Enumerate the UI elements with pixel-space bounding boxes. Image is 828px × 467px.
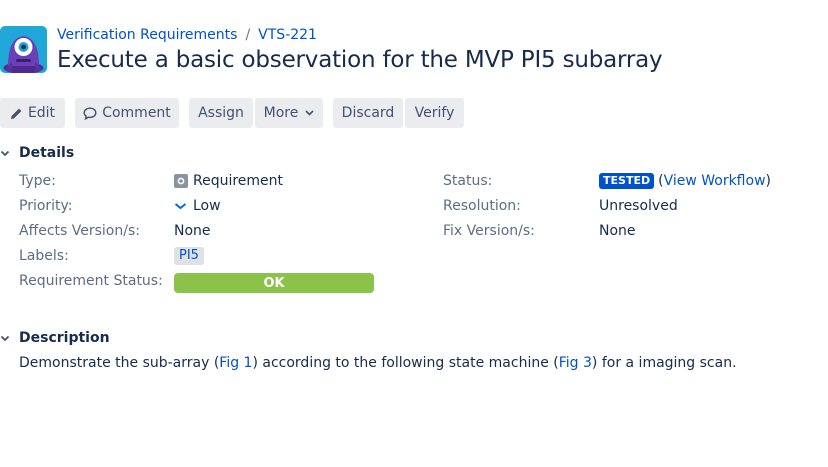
type-label: Type: [19,173,56,189]
edit-button-label: Edit [27,105,56,121]
type-value-text: Requirement [193,173,284,189]
chevron-down-icon [0,335,19,342]
verify-button-label: Verify [414,105,455,121]
description-heading: Description [19,330,110,346]
breadcrumb-separator: / [245,27,251,43]
status-badge: TESTED [599,173,655,189]
description-text-part-1: Demonstrate the sub-array ( [19,355,220,371]
affects-version-label: Affects Version/s: [19,223,140,239]
labels-value: PI5 [174,247,204,265]
description-text-part-2: ) according to the following state machi… [252,355,559,371]
comment-button-label: Comment [102,105,171,121]
comment-icon [83,106,97,120]
priority-label: Priority: [19,198,73,214]
details-heading: Details [19,145,75,161]
status-value: TESTED ( View Workflow ) [599,173,771,189]
type-value: Requirement [174,173,283,189]
fix-version-label: Fix Version/s: [443,223,535,239]
description-section-toggle[interactable]: Description [0,330,110,346]
pencil-icon [10,107,23,120]
verify-button[interactable]: Verify [405,98,464,128]
issue-view: Verification Requirements / VTS-221 Execut… [0,0,828,467]
view-workflow-link[interactable]: View Workflow [664,173,766,189]
assign-button[interactable]: Assign [189,98,253,128]
more-button[interactable]: More [255,98,323,128]
assign-button-label: Assign [198,105,244,121]
resolution-value: Unresolved [599,198,678,214]
close-paren: ) [765,173,771,189]
resolution-label: Resolution: [443,198,521,214]
requirement-icon [174,174,188,188]
chevron-down-icon [305,110,314,116]
priority-value-text: Low [193,198,221,214]
affects-version-value: None [174,223,211,239]
page-title: Execute a basic observation for the MVP … [57,47,663,73]
discard-button[interactable]: Discard [333,98,403,128]
chevron-down-icon [0,150,19,157]
requirement-status-value: OK [174,273,374,293]
status-label: Status: [443,173,493,189]
fig-1-link[interactable]: Fig 1 [219,355,252,371]
more-button-label: More [263,105,299,121]
project-avatar[interactable] [0,26,47,73]
discard-button-label: Discard [341,105,395,121]
comment-button[interactable]: Comment [75,98,179,128]
fix-version-value: None [599,223,636,239]
label-chip[interactable]: PI5 [174,247,204,265]
low-priority-chevron-icon [174,202,187,210]
details-section-toggle[interactable]: Details [0,145,74,161]
labels-label: Labels: [19,248,69,264]
purple-monster-avatar-icon [3,36,44,73]
breadcrumb-issue-key-link[interactable]: VTS-221 [258,27,317,43]
priority-value: Low [174,198,221,214]
requirement-status-label: Requirement Status: [19,273,163,289]
fig-3-link[interactable]: Fig 3 [559,355,592,371]
description-text: Demonstrate the sub-array (Fig 1) accord… [19,355,737,371]
breadcrumb: Verification Requirements / VTS-221 [57,27,317,43]
description-text-part-3: ) for a imaging scan. [591,355,737,371]
breadcrumb-project-link[interactable]: Verification Requirements [57,27,237,43]
edit-button[interactable]: Edit [0,98,65,128]
